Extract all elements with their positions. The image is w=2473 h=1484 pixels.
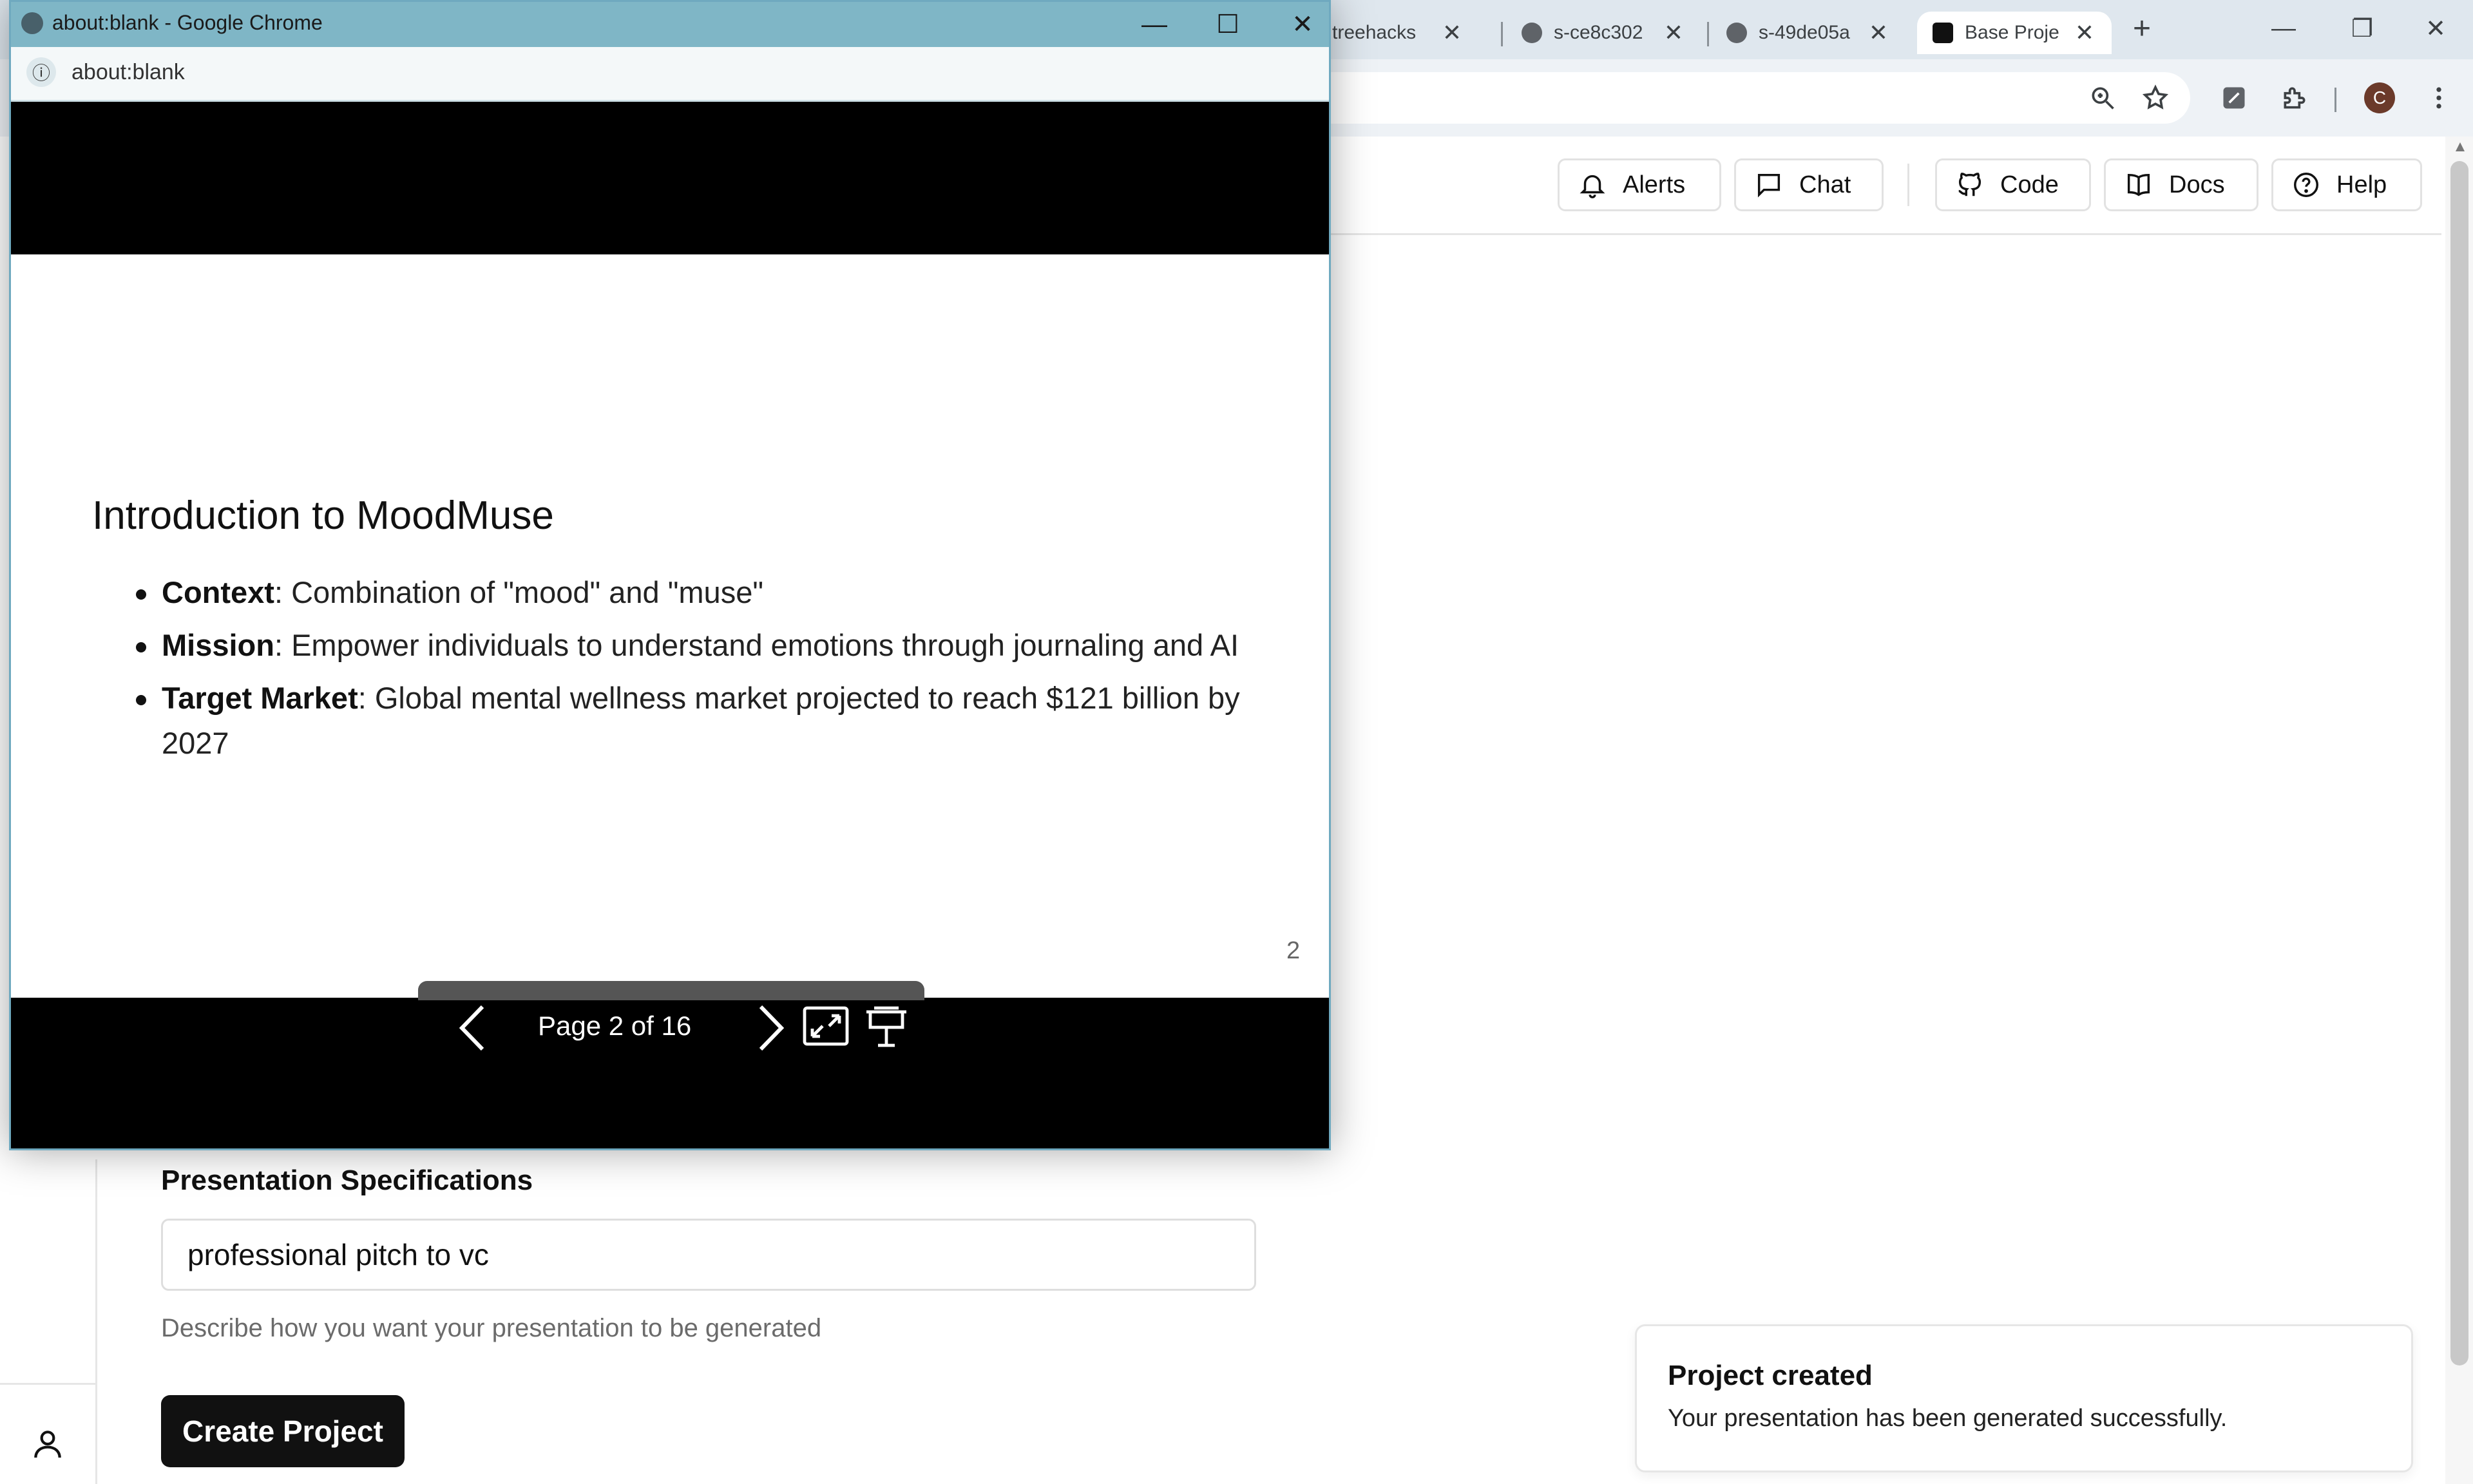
docs-button[interactable]: Docs (2104, 158, 2258, 211)
chevron-left-icon[interactable] (446, 999, 498, 1057)
help-label: Help (2336, 171, 2387, 198)
popup-window: about:blank - Google Chrome — ☐ ✕ ⓘ abou… (9, 0, 1331, 1150)
popup-window-title: about:blank - Google Chrome (52, 11, 323, 34)
tab-close-icon[interactable]: ✕ (1662, 19, 1685, 46)
zoom-icon[interactable] (2083, 79, 2122, 117)
page-indicator: Page 2 of 16 (538, 1011, 692, 1041)
bookmark-star-icon[interactable] (2136, 79, 2175, 117)
tab-separator (1501, 22, 1503, 46)
code-label: Code (2000, 171, 2059, 198)
alerts-button[interactable]: Alerts (1558, 158, 1721, 211)
browser-tab[interactable]: s-49de05a ✕ (1726, 12, 1890, 54)
bullet-term: Mission (162, 628, 274, 662)
tab-title: treehacks (1332, 22, 1417, 43)
toolbar-separator (2335, 88, 2336, 112)
slide-number: 2 (1286, 937, 1301, 964)
browser-tab[interactable]: s-ce8c302 ✕ (1522, 12, 1685, 54)
spec-label: Presentation Specifications (161, 1165, 533, 1196)
tab-title: s-ce8c302 (1554, 22, 1643, 43)
toast-title: Project created (1668, 1360, 1873, 1391)
presenter-icon[interactable] (863, 1004, 910, 1051)
toast-description: Your presentation has been generated suc… (1668, 1405, 2228, 1432)
minimize-button[interactable]: — (2261, 9, 2306, 48)
popup-minimize-button[interactable]: — (1132, 6, 1177, 43)
tab-separator (1707, 22, 1709, 46)
info-icon[interactable]: ⓘ (26, 57, 56, 87)
toast-notification: Project created Your presentation has be… (1635, 1324, 2413, 1472)
extensions-puzzle-icon[interactable] (2275, 79, 2314, 117)
close-window-button[interactable]: ✕ (2413, 9, 2458, 48)
browser-tab[interactable]: treehacks ✕ (1332, 12, 1464, 54)
github-icon (1958, 173, 1981, 196)
restore-button[interactable]: ❐ (2340, 9, 2385, 48)
scroll-up-arrow-icon[interactable]: ▲ (2452, 138, 2468, 155)
pager-handle (418, 981, 924, 1000)
profile-initial: C (2364, 82, 2395, 113)
book-icon (2127, 173, 2150, 196)
help-icon (2294, 173, 2318, 197)
profile-avatar[interactable]: C (2360, 79, 2399, 117)
chat-label: Chat (1799, 171, 1851, 198)
popup-address-bar[interactable] (11, 47, 1329, 102)
docs-label: Docs (2169, 171, 2225, 198)
tab-title: s-49de05a (1759, 22, 1850, 43)
slide-bullet: Mission: Empower individuals to understa… (120, 623, 1254, 668)
slide-bullet-list: Context: Combination of "mood" and "muse… (120, 570, 1254, 774)
sidebar-divider (0, 1383, 95, 1385)
bullet-term: Target Market (162, 681, 358, 715)
header-divider (1907, 164, 1909, 206)
address-bar[interactable] (1224, 72, 2190, 124)
extension-app-icon[interactable] (2215, 79, 2253, 117)
presentation-spec-input[interactable] (161, 1219, 1256, 1291)
tab-close-icon[interactable]: ✕ (1867, 19, 1890, 46)
globe-icon (1726, 23, 1747, 43)
bullet-term: Context (162, 575, 274, 609)
popup-maximize-button[interactable]: ☐ (1205, 6, 1250, 43)
browser-tab-active[interactable]: Base Proje ✕ (1917, 12, 2112, 54)
tab-title: Base Proje (1965, 22, 2059, 43)
tab-close-icon[interactable]: ✕ (1440, 19, 1464, 46)
popup-close-button[interactable]: ✕ (1280, 6, 1325, 43)
scrollbar-thumb[interactable] (2450, 161, 2468, 1365)
bullet-text: : Empower individuals to understand emot… (274, 628, 1239, 662)
bullet-text: : Combination of "mood" and "muse" (274, 575, 764, 609)
user-icon[interactable] (30, 1426, 66, 1462)
menu-kebab-icon[interactable] (2420, 79, 2458, 117)
fullscreen-icon[interactable] (802, 1005, 850, 1047)
spec-help-text: Describe how you want your presentation … (161, 1314, 822, 1342)
globe-icon (1522, 23, 1542, 43)
new-tab-button[interactable]: + (2119, 9, 2164, 48)
slide: Introduction to MoodMuse Context: Combin… (11, 254, 1329, 998)
help-button[interactable]: Help (2271, 158, 2422, 211)
chat-button[interactable]: Chat (1734, 158, 1884, 211)
globe-icon (21, 12, 43, 34)
bell-icon (1580, 175, 1605, 198)
app-logo-icon (1933, 23, 1953, 43)
alerts-label: Alerts (1623, 171, 1686, 198)
tab-close-icon[interactable]: ✕ (2073, 19, 2096, 46)
create-project-button[interactable]: Create Project (161, 1395, 405, 1467)
slide-title: Introduction to MoodMuse (92, 493, 554, 538)
chat-icon (1757, 173, 1781, 198)
chevron-right-icon[interactable] (745, 999, 797, 1057)
popup-url: about:blank (72, 60, 185, 84)
slide-bullet: Target Market: Global mental wellness ma… (120, 676, 1254, 766)
slide-bullet: Context: Combination of "mood" and "muse… (120, 570, 1254, 615)
code-button[interactable]: Code (1935, 158, 2091, 211)
